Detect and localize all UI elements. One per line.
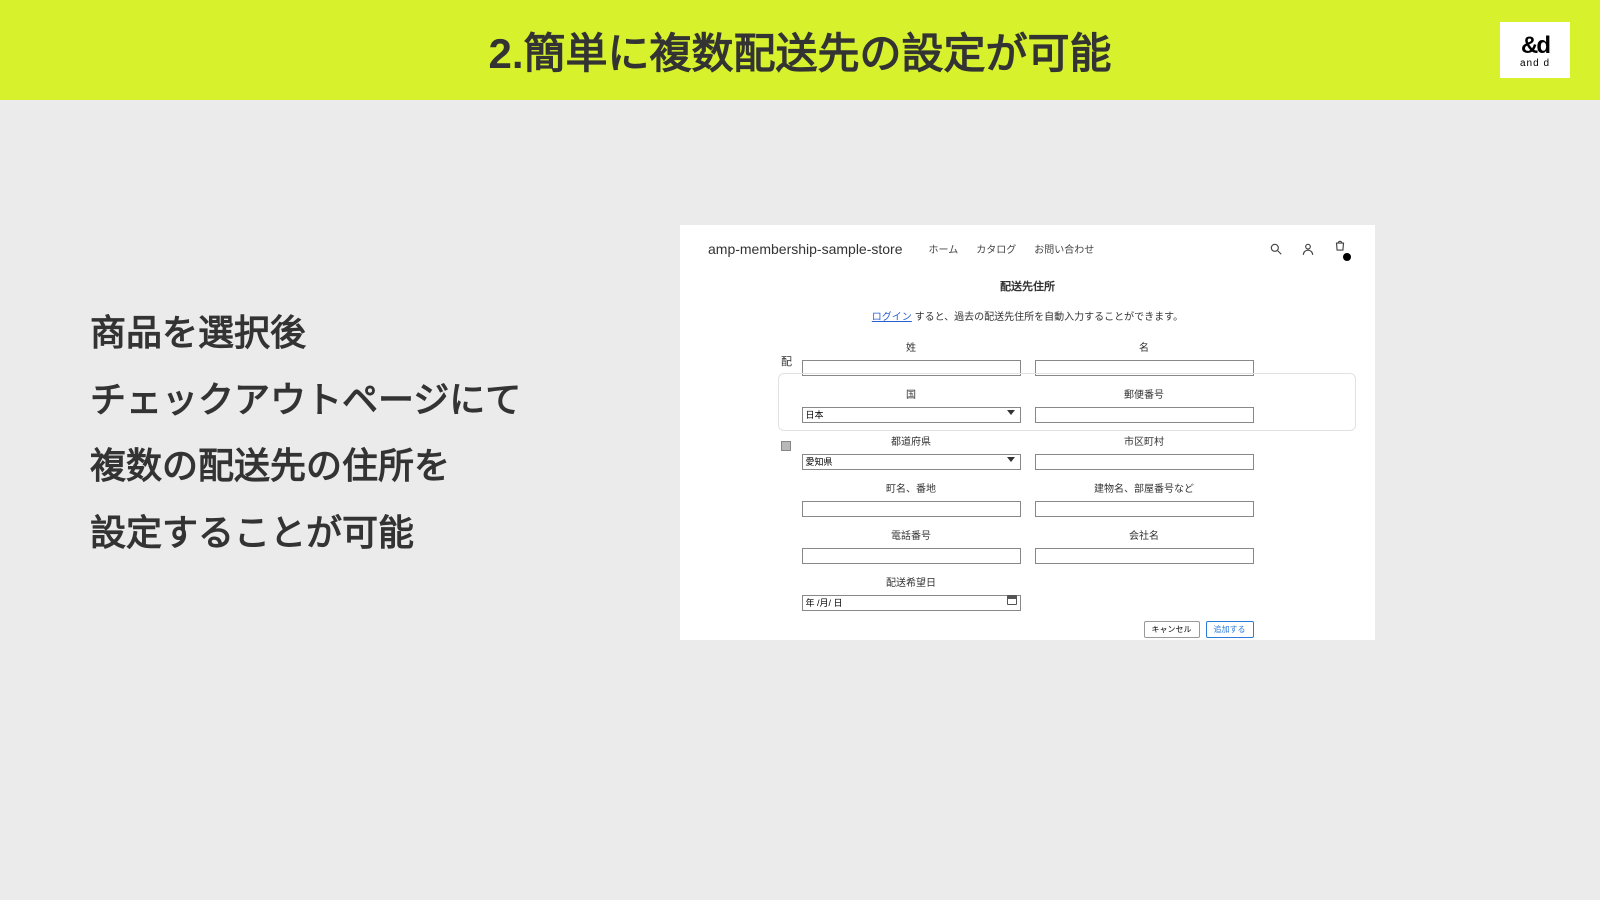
side-cropped-checkbox — [781, 441, 791, 451]
input-desired-date[interactable] — [802, 595, 1021, 611]
select-country[interactable] — [802, 407, 1021, 423]
store-name[interactable]: amp-membership-sample-store — [708, 241, 903, 257]
slide-content: 商品を選択後 チェックアウトページにて 複数の配送先の住所を 設定することが可能… — [0, 100, 1600, 640]
label-prefecture: 都道府県 — [802, 433, 1021, 448]
cart-icon-wrap[interactable] — [1333, 239, 1347, 258]
description-text: 商品を選択後 チェックアウトページにて 複数の配送先の住所を 設定することが可能 — [90, 300, 650, 566]
logo-mark: &d — [1521, 32, 1549, 60]
label-building: 建物名、部屋番号など — [1035, 480, 1254, 495]
label-lastname: 姓 — [802, 339, 1021, 354]
input-phone[interactable] — [802, 548, 1021, 564]
input-building[interactable] — [1035, 501, 1254, 517]
desc-line-4: 設定することが可能 — [90, 500, 650, 567]
login-prompt: ログイン すると、過去の配送先住所を自動入力することができます。 — [802, 308, 1254, 323]
description-column: 商品を選択後 チェックアウトページにて 複数の配送先の住所を 設定することが可能 — [90, 160, 650, 640]
select-prefecture[interactable] — [802, 454, 1021, 470]
address-form: 配送先住所 ログイン すると、過去の配送先住所を自動入力することができます。 姓… — [802, 278, 1254, 638]
label-phone: 電話番号 — [802, 527, 1021, 542]
input-company[interactable] — [1035, 548, 1254, 564]
slide-title: 2.簡単に複数配送先の設定が可能 — [488, 20, 1111, 81]
cancel-button[interactable]: キャンセル — [1144, 621, 1200, 638]
login-rest-text: すると、過去の配送先住所を自動入力することができます。 — [912, 312, 1183, 323]
login-link[interactable]: ログイン — [872, 312, 912, 323]
form-title: 配送先住所 — [802, 278, 1254, 294]
cart-icon — [1333, 239, 1347, 253]
desc-line-2: チェックアウトページにて — [90, 367, 650, 434]
slide-header: 2.簡単に複数配送先の設定が可能 &d and d — [0, 0, 1600, 100]
label-desired-date: 配送希望日 — [802, 574, 1021, 589]
nav-contact[interactable]: お問い合わせ — [1034, 241, 1094, 256]
logo-text: and d — [1520, 58, 1550, 69]
header-icons — [1269, 239, 1347, 258]
search-icon[interactable] — [1269, 242, 1283, 256]
desc-line-1: 商品を選択後 — [90, 300, 650, 367]
form-buttons: キャンセル 追加する — [802, 621, 1254, 638]
calendar-icon[interactable] — [1007, 595, 1017, 605]
input-city[interactable] — [1035, 454, 1254, 470]
cart-badge — [1343, 253, 1351, 261]
label-company: 会社名 — [1035, 527, 1254, 542]
store-header: amp-membership-sample-store ホーム カタログ お問い… — [680, 225, 1375, 266]
label-firstname: 名 — [1035, 339, 1254, 354]
label-street: 町名、番地 — [802, 480, 1021, 495]
nav-catalog[interactable]: カタログ — [976, 241, 1016, 256]
nav-home[interactable]: ホーム — [929, 241, 959, 256]
app-screenshot: amp-membership-sample-store ホーム カタログ お問い… — [680, 225, 1375, 640]
input-street[interactable] — [802, 501, 1021, 517]
account-icon[interactable] — [1301, 242, 1315, 256]
submit-button[interactable]: 追加する — [1206, 621, 1254, 638]
label-city: 市区町村 — [1035, 433, 1254, 448]
side-cropped-label: 配 — [781, 353, 792, 369]
brand-logo: &d and d — [1500, 22, 1570, 78]
desc-line-3: 複数の配送先の住所を — [90, 433, 650, 500]
